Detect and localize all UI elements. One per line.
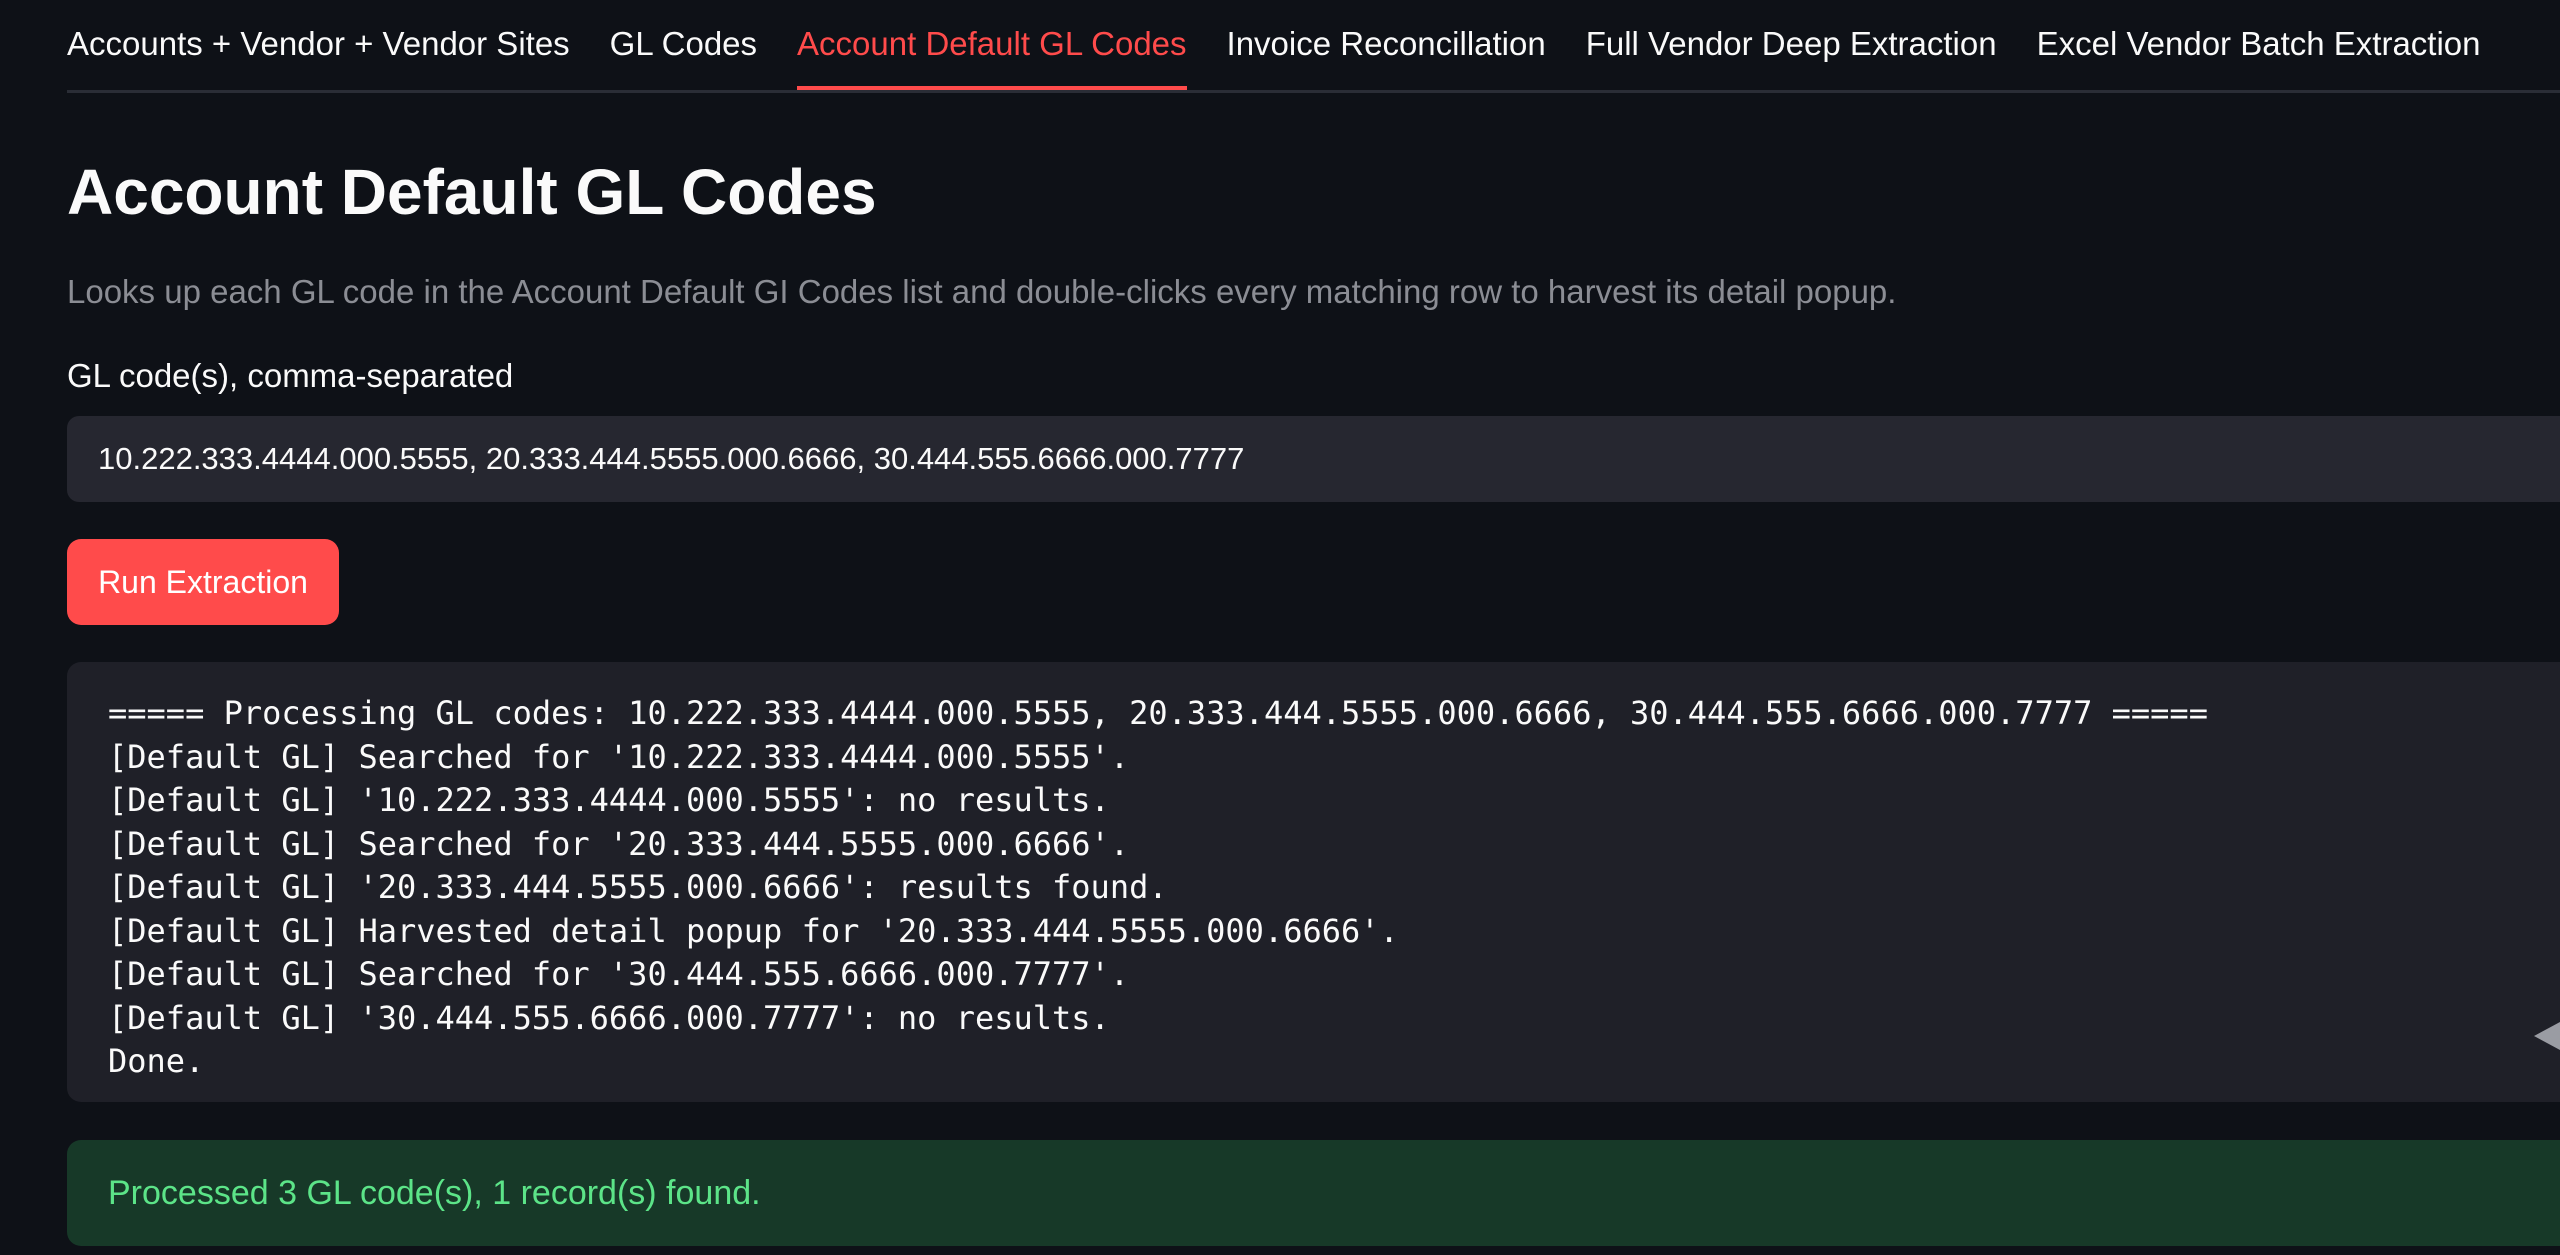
log-line: Done.	[108, 1042, 205, 1080]
gl-codes-label: GL code(s), comma-separated	[67, 357, 514, 394]
page-caption: Looks up each GL code in the Account Def…	[67, 273, 1897, 310]
log-line: [Default GL] Harvested detail popup for …	[108, 911, 1399, 950]
log-line: ===== Processing GL codes: 10.222.333.44…	[108, 694, 2208, 732]
log-line: [Default GL] Searched for '10.222.333.44…	[108, 737, 1130, 776]
log-line: [Default GL] '20.333.444.5555.000.6666':…	[108, 868, 1168, 906]
tab-bar: Accounts + Vendor + Vendor Sites GL Code…	[67, 0, 2560, 93]
gl-codes-input[interactable]	[67, 416, 2560, 502]
tab-full-vendor-deep-extraction[interactable]: Full Vendor Deep Extraction	[1586, 22, 1997, 90]
log-line: [Default GL] Searched for '20.333.444.55…	[108, 824, 1130, 863]
tab-account-default-gl-codes[interactable]: Account Default GL Codes	[797, 22, 1187, 90]
page-title: Account Default GL Codes	[67, 156, 877, 228]
log-output: ===== Processing GL codes: 10.222.333.44…	[67, 662, 2560, 1102]
tab-excel-vendor-batch-extraction[interactable]: Excel Vendor Batch Extraction	[2037, 22, 2481, 90]
tab-invoice-reconciliation[interactable]: Invoice Reconcillation	[1227, 22, 1546, 90]
run-extraction-button[interactable]: Run Extraction	[67, 539, 339, 625]
tab-accounts-vendor-sites[interactable]: Accounts + Vendor + Vendor Sites	[67, 22, 570, 90]
success-message: Processed 3 GL code(s), 1 record(s) foun…	[108, 1173, 761, 1212]
tab-gl-codes[interactable]: GL Codes	[610, 22, 757, 90]
log-line: [Default GL] '30.444.555.6666.000.7777':…	[108, 998, 1110, 1037]
success-alert: Processed 3 GL code(s), 1 record(s) foun…	[67, 1140, 2560, 1246]
log-line: [Default GL] Searched for '30.444.555.66…	[108, 955, 1130, 993]
scroll-handle-icon[interactable]	[2534, 1022, 2560, 1050]
app-container: Accounts + Vendor + Vendor Sites GL Code…	[67, 0, 2560, 1255]
log-line: [Default GL] '10.222.333.4444.000.5555':…	[108, 781, 1110, 819]
